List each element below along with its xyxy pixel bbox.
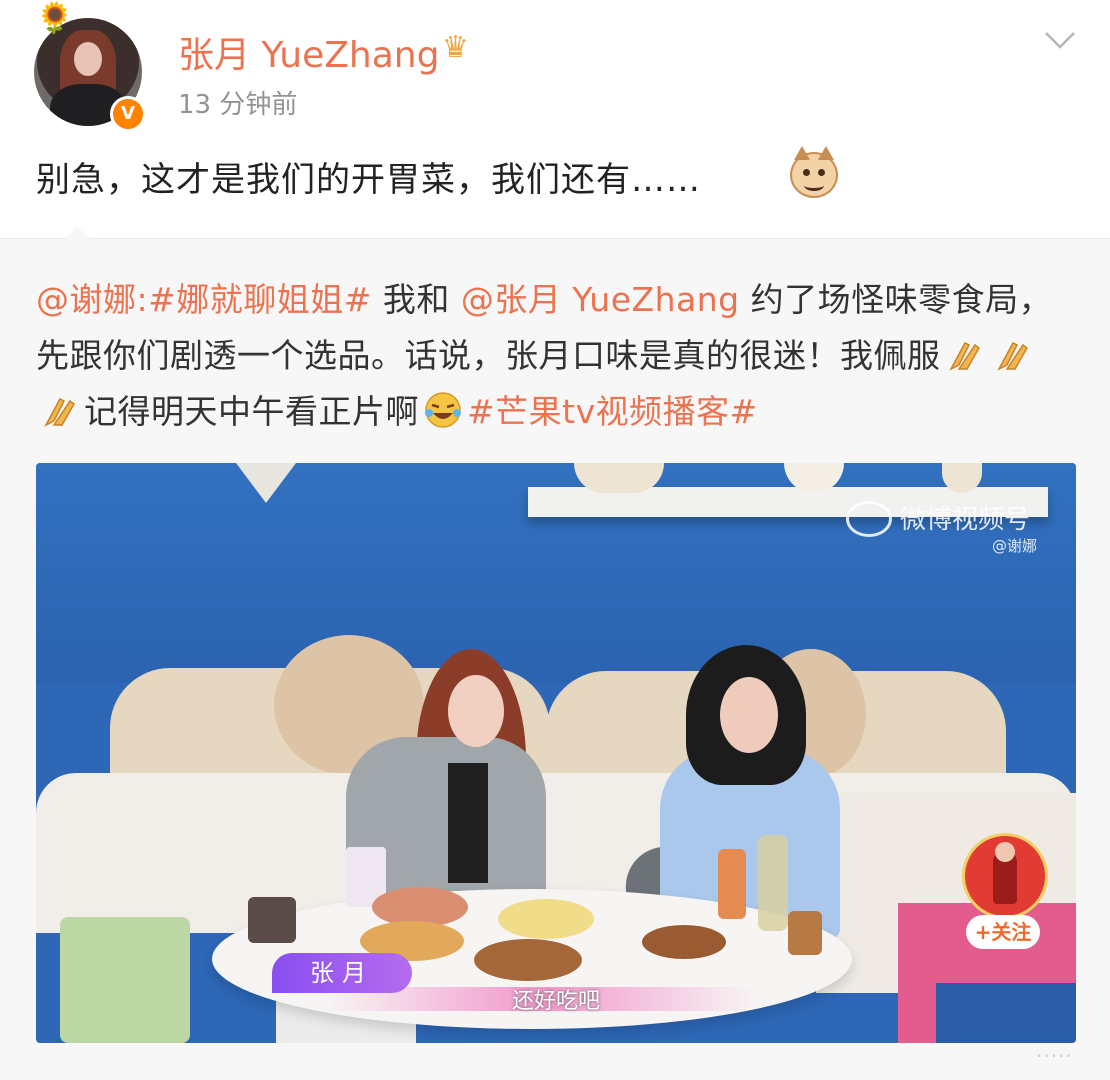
watermark-user: @谢娜 — [992, 537, 1038, 555]
decor — [758, 835, 788, 931]
post-card: 🌻 V 张月 YueZhang ♛ 13 分钟前 别急，这才是我们的开胃菜，我们… — [0, 0, 1110, 238]
video-player[interactable]: 微博视频号 @谢娜 张月 还好吃吧 +关注 — [36, 463, 1076, 1043]
more-dots: ····· — [1036, 1044, 1073, 1068]
repost-sep: : — [136, 280, 149, 319]
divider — [0, 238, 1110, 239]
username[interactable]: 张月 YueZhang — [178, 26, 439, 78]
repost-notch — [64, 226, 90, 239]
repost-text-part: 我和 — [371, 280, 461, 319]
clap-emoji-icon — [996, 342, 1028, 371]
decor — [60, 917, 190, 1043]
post-time: 13 分钟前 — [178, 90, 298, 120]
follow-button[interactable]: +关注 — [966, 915, 1040, 949]
person — [448, 763, 488, 883]
decor — [474, 939, 582, 981]
crown-icon: ♛ — [442, 30, 469, 65]
topic-link[interactable]: #芒果tv视频播客# — [467, 392, 758, 431]
decor — [642, 925, 726, 959]
laugh-cry-emoji-icon — [425, 392, 461, 428]
person — [720, 677, 778, 753]
weibo-logo-icon — [846, 501, 892, 537]
user-avatar[interactable]: 🌻 V — [34, 4, 146, 132]
decor — [718, 849, 746, 919]
person — [448, 675, 504, 747]
chevron-down-icon[interactable] — [1044, 30, 1076, 50]
decor — [788, 911, 822, 955]
sunflower-icon: 🌻 — [36, 1, 74, 36]
watermark: 微博视频号 — [900, 505, 1031, 535]
repost-text: @谢娜:#娜就聊姐姐# 我和 @张月 YueZhang 约了场怪味零食局，先跟你… — [36, 272, 1076, 440]
verified-badge-icon: V — [110, 96, 146, 132]
mention-link[interactable]: @张月 YueZhang — [461, 280, 740, 319]
decor — [236, 463, 296, 503]
repost-text-part: 记得明天中午看正片啊 — [84, 392, 419, 431]
clap-emoji-icon — [44, 398, 75, 427]
video-subtitle: 还好吃吧 — [511, 989, 600, 1014]
post-text: 别急，这才是我们的开胃菜，我们还有…… — [36, 160, 701, 200]
decor — [498, 899, 594, 939]
follow-avatar[interactable] — [962, 833, 1048, 919]
repost-author-link[interactable]: @谢娜 — [36, 280, 137, 319]
decor — [248, 897, 296, 943]
topic-link[interactable]: #娜就聊姐姐# — [148, 280, 372, 319]
cat-emoji-icon — [790, 146, 838, 198]
clap-emoji-icon — [948, 342, 980, 371]
